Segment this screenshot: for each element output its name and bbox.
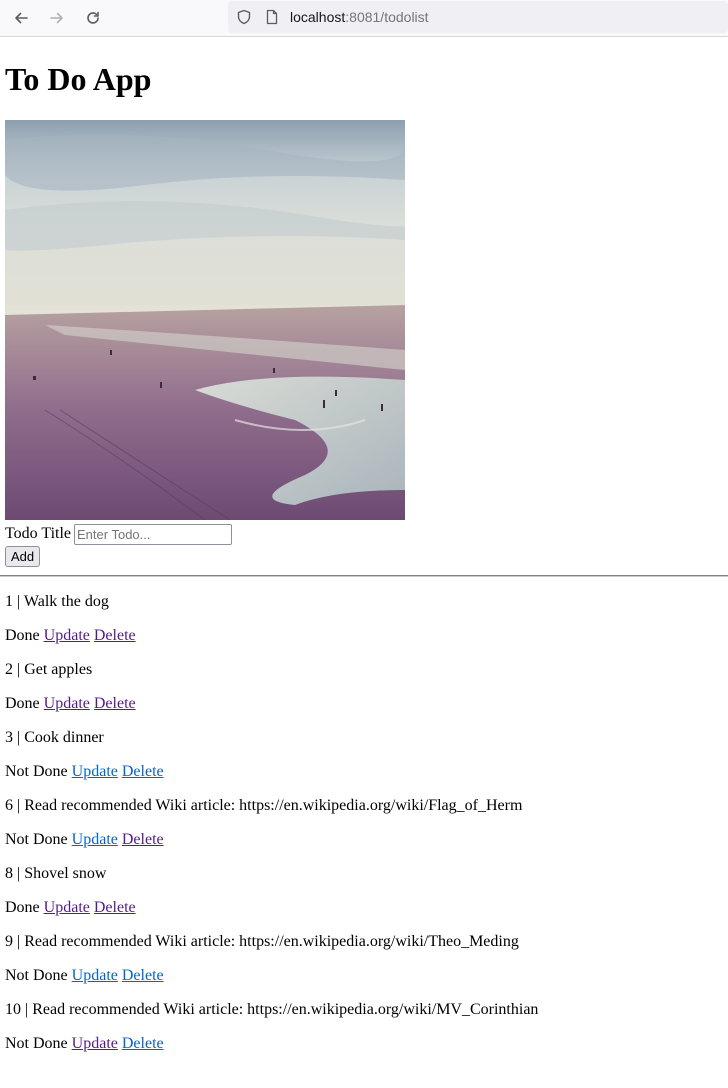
delete-link[interactable]: Delete [122,763,164,780]
todo-item-1: 1 | Walk the dog Done Update Delete [5,593,728,645]
todo-item-8: 8 | Shovel snow Done Update Delete [5,865,728,917]
todo-id: 1 [5,593,13,610]
update-link[interactable]: Update [44,695,90,712]
add-button[interactable]: Add [5,546,41,567]
update-link[interactable]: Update [44,627,90,644]
todo-actions-row: Not Done Update Delete [5,763,728,781]
todo-title-row: 6 | Read recommended Wiki article: https… [5,797,728,815]
todo-separator: | [13,865,25,882]
delete-link[interactable]: Delete [122,967,164,984]
back-arrow-icon [15,12,28,24]
todo-separator: | [13,933,25,950]
todo-title: Read recommended Wiki article: https://e… [24,933,519,950]
todo-item-10: 10 | Read recommended Wiki article: http… [5,1001,728,1053]
update-link[interactable]: Update [72,967,118,984]
update-link[interactable]: Update [72,1035,118,1052]
page-content: To Do App Todo Title Enter Todo... Add 1… [0,59,728,1053]
browser-toolbar: localhost:8081/todolist [0,0,728,37]
todo-title-row: 3 | Cook dinner [5,729,728,747]
todo-id: 10 [5,1001,21,1018]
todo-status: Done [5,695,40,712]
forward-arrow-icon [50,12,63,24]
todo-title-input[interactable] [74,523,233,545]
todo-status: Not Done [5,967,68,984]
delete-link[interactable]: Delete [94,899,136,916]
todo-actions-row: Done Update Delete [5,627,728,645]
url-bar[interactable]: localhost:8081/todolist [228,1,728,33]
update-link[interactable]: Update [44,899,90,916]
todo-actions-row: Done Update Delete [5,899,728,917]
todo-separator: | [21,1001,33,1018]
url-host: localhost [290,9,346,25]
todo-actions-row: Not Done Update Delete [5,831,728,849]
todo-separator: | [13,661,25,678]
todo-title-row: 10 | Read recommended Wiki article: http… [5,1001,728,1019]
forward-button[interactable] [44,5,70,31]
todo-title: Get apples [24,661,93,678]
reload-icon [87,11,99,24]
todo-title: Cook dinner [24,729,104,746]
back-button[interactable] [8,5,34,31]
todo-title-row: 9 | Read recommended Wiki article: https… [5,933,728,951]
todo-id: 9 [5,933,13,950]
todo-title-row: 8 | Shovel snow [5,865,728,883]
delete-link[interactable]: Delete [94,627,136,644]
todo-list: 1 | Walk the dog Done Update Delete 2 | … [5,593,728,1053]
todo-title: Read recommended Wiki article: https://e… [24,797,523,814]
todo-status: Not Done [5,831,68,848]
todo-id: 6 [5,797,13,814]
todo-separator: | [13,593,24,610]
page-title: To Do App [5,61,152,97]
todo-id: 2 [5,661,13,678]
url-path: :8081/todolist [345,9,429,25]
todo-title-row: 1 | Walk the dog [5,593,728,611]
todo-status: Not Done [5,1035,68,1052]
todo-separator: | [13,729,25,746]
update-link[interactable]: Update [72,763,118,780]
todo-actions-row: Not Done Update Delete [5,967,728,985]
delete-link[interactable]: Delete [94,695,136,712]
reload-button[interactable] [80,5,106,31]
todo-id: 3 [5,729,13,746]
todo-title: Walk the dog [23,593,109,610]
todo-actions-row: Done Update Delete [5,695,728,713]
todo-status: Done [5,899,40,916]
shield-icon[interactable] [236,9,252,25]
todo-id: 8 [5,865,13,882]
todo-title-row: 2 | Get apples [5,661,728,679]
todo-actions-row: Not Done Update Delete [5,1035,728,1053]
todo-separator: | [13,797,25,814]
todo-title: Read recommended Wiki article: https://e… [32,1001,539,1018]
todo-title-label: Todo Title [5,525,72,542]
delete-link[interactable]: Delete [122,1035,164,1052]
todo-status: Done [5,627,40,644]
url-text[interactable]: localhost:8081/todolist [290,9,429,25]
todo-form: Todo Title [5,522,728,546]
update-link[interactable]: Update [72,831,118,848]
todo-item-9: 9 | Read recommended Wiki article: https… [5,933,728,985]
beach-photo [5,120,405,520]
todo-title: Shovel snow [24,865,107,882]
divider [0,575,728,577]
page-icon[interactable] [264,9,280,25]
todo-item-6: 6 | Read recommended Wiki article: https… [5,797,728,849]
delete-link[interactable]: Delete [122,831,164,848]
todo-item-2: 2 | Get apples Done Update Delete [5,661,728,713]
todo-status: Not Done [5,763,68,780]
todo-item-3: 3 | Cook dinner Not Done Update Delete [5,729,728,781]
